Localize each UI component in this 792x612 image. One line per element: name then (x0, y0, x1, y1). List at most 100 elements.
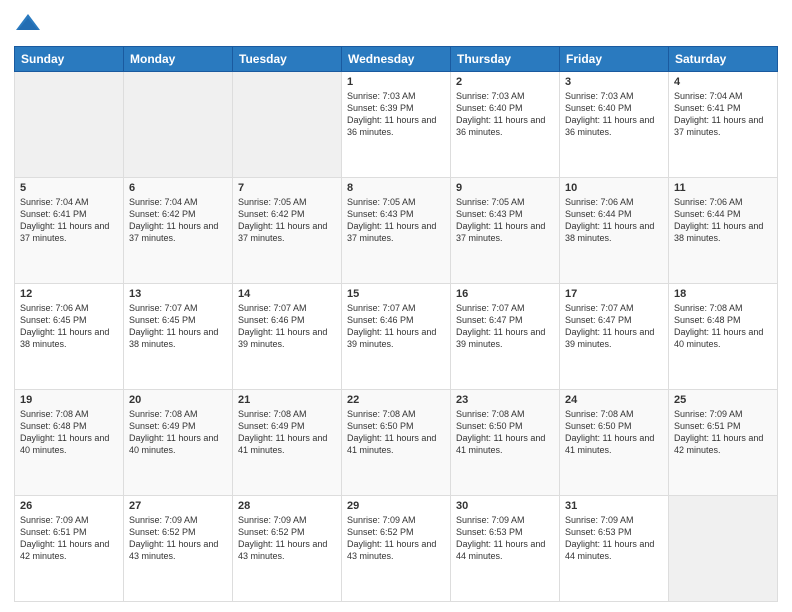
day-number: 5 (20, 182, 118, 194)
day-number: 22 (347, 394, 445, 406)
day-info: Sunrise: 7:09 AM Sunset: 6:53 PM Dayligh… (456, 514, 554, 563)
day-number: 16 (456, 288, 554, 300)
day-info: Sunrise: 7:03 AM Sunset: 6:39 PM Dayligh… (347, 90, 445, 139)
calendar-cell: 5 Sunrise: 7:04 AM Sunset: 6:41 PM Daylig… (15, 178, 124, 284)
calendar-cell: 31 Sunrise: 7:09 AM Sunset: 6:53 PM Dayli… (560, 496, 669, 602)
day-info: Sunrise: 7:06 AM Sunset: 6:44 PM Dayligh… (674, 196, 772, 245)
calendar-table: SundayMondayTuesdayWednesdayThursdayFrid… (14, 46, 778, 602)
calendar-cell: 14 Sunrise: 7:07 AM Sunset: 6:46 PM Dayli… (233, 284, 342, 390)
day-info: Sunrise: 7:09 AM Sunset: 6:53 PM Dayligh… (565, 514, 663, 563)
day-info: Sunrise: 7:08 AM Sunset: 6:50 PM Dayligh… (456, 408, 554, 457)
day-info: Sunrise: 7:08 AM Sunset: 6:49 PM Dayligh… (238, 408, 336, 457)
calendar-cell: 22Sunrise: 7:08 AM Sunset: 6:50 PM Dayli… (342, 390, 451, 496)
page: SundayMondayTuesdayWednesdayThursdayFrid… (0, 0, 792, 612)
day-info: Sunrise: 7:03 AM Sunset: 6:40 PM Dayligh… (565, 90, 663, 139)
calendar-cell: 17 Sunrise: 7:07 AM Sunset: 6:47 PM Dayli… (560, 284, 669, 390)
day-info: Sunrise: 7:07 AM Sunset: 6:46 PM Dayligh… (238, 302, 336, 351)
day-number: 3 (565, 76, 663, 88)
logo (14, 10, 46, 38)
day-number: 23 (456, 394, 554, 406)
day-info: Sunrise: 7:08 AM Sunset: 6:48 PM Dayligh… (20, 408, 118, 457)
day-number: 31 (565, 500, 663, 512)
day-number: 21 (238, 394, 336, 406)
weekday-header-thursday: Thursday (451, 47, 560, 72)
day-number: 29 (347, 500, 445, 512)
calendar-cell: 19 Sunrise: 7:08 AM Sunset: 6:48 PM Dayli… (15, 390, 124, 496)
weekday-header-wednesday: Wednesday (342, 47, 451, 72)
day-number: 13 (129, 288, 227, 300)
day-info: Sunrise: 7:09 AM Sunset: 6:52 PM Dayligh… (238, 514, 336, 563)
calendar-week-2: 5 Sunrise: 7:04 AM Sunset: 6:41 PM Daylig… (15, 178, 778, 284)
calendar-cell: 4Sunrise: 7:04 AM Sunset: 6:41 PM Daylig… (669, 72, 778, 178)
day-info: Sunrise: 7:05 AM Sunset: 6:42 PM Dayligh… (238, 196, 336, 245)
day-info: Sunrise: 7:05 AM Sunset: 6:43 PM Dayligh… (347, 196, 445, 245)
calendar-cell: 11 Sunrise: 7:06 AM Sunset: 6:44 PM Dayli… (669, 178, 778, 284)
calendar-cell (15, 72, 124, 178)
calendar-cell: 29 Sunrise: 7:09 AM Sunset: 6:52 PM Dayli… (342, 496, 451, 602)
day-info: Sunrise: 7:08 AM Sunset: 6:48 PM Dayligh… (674, 302, 772, 351)
calendar-week-4: 19 Sunrise: 7:08 AM Sunset: 6:48 PM Dayli… (15, 390, 778, 496)
calendar-cell: 16 Sunrise: 7:07 AM Sunset: 6:47 PM Dayli… (451, 284, 560, 390)
day-info: Sunrise: 7:06 AM Sunset: 6:44 PM Dayligh… (565, 196, 663, 245)
day-info: Sunrise: 7:07 AM Sunset: 6:46 PM Dayligh… (347, 302, 445, 351)
day-number: 20 (129, 394, 227, 406)
day-number: 15 (347, 288, 445, 300)
day-info: Sunrise: 7:09 AM Sunset: 6:51 PM Dayligh… (20, 514, 118, 563)
weekday-header-monday: Monday (124, 47, 233, 72)
day-info: Sunrise: 7:06 AM Sunset: 6:45 PM Dayligh… (20, 302, 118, 351)
day-number: 24 (565, 394, 663, 406)
day-number: 1 (347, 76, 445, 88)
calendar-cell: 28Sunrise: 7:09 AM Sunset: 6:52 PM Dayli… (233, 496, 342, 602)
day-info: Sunrise: 7:05 AM Sunset: 6:43 PM Dayligh… (456, 196, 554, 245)
day-info: Sunrise: 7:09 AM Sunset: 6:52 PM Dayligh… (129, 514, 227, 563)
header (14, 10, 778, 38)
calendar-cell: 20Sunrise: 7:08 AM Sunset: 6:49 PM Dayli… (124, 390, 233, 496)
calendar-cell: 15 Sunrise: 7:07 AM Sunset: 6:46 PM Dayli… (342, 284, 451, 390)
calendar-cell: 6Sunrise: 7:04 AM Sunset: 6:42 PM Daylig… (124, 178, 233, 284)
calendar-cell: 23 Sunrise: 7:08 AM Sunset: 6:50 PM Dayli… (451, 390, 560, 496)
calendar-cell: 1 Sunrise: 7:03 AM Sunset: 6:39 PM Daylig… (342, 72, 451, 178)
day-info: Sunrise: 7:09 AM Sunset: 6:52 PM Dayligh… (347, 514, 445, 563)
day-info: Sunrise: 7:04 AM Sunset: 6:41 PM Dayligh… (674, 90, 772, 139)
day-number: 12 (20, 288, 118, 300)
day-number: 9 (456, 182, 554, 194)
day-number: 17 (565, 288, 663, 300)
calendar-cell (124, 72, 233, 178)
calendar-cell: 24 Sunrise: 7:08 AM Sunset: 6:50 PM Dayli… (560, 390, 669, 496)
day-info: Sunrise: 7:09 AM Sunset: 6:51 PM Dayligh… (674, 408, 772, 457)
day-number: 19 (20, 394, 118, 406)
day-number: 14 (238, 288, 336, 300)
day-info: Sunrise: 7:08 AM Sunset: 6:50 PM Dayligh… (565, 408, 663, 457)
day-number: 25 (674, 394, 772, 406)
weekday-header-saturday: Saturday (669, 47, 778, 72)
logo-icon (14, 10, 42, 38)
calendar-cell: 27 Sunrise: 7:09 AM Sunset: 6:52 PM Dayli… (124, 496, 233, 602)
weekday-header-friday: Friday (560, 47, 669, 72)
calendar-cell: 3 Sunrise: 7:03 AM Sunset: 6:40 PM Daylig… (560, 72, 669, 178)
calendar-week-5: 26 Sunrise: 7:09 AM Sunset: 6:51 PM Dayli… (15, 496, 778, 602)
day-info: Sunrise: 7:03 AM Sunset: 6:40 PM Dayligh… (456, 90, 554, 139)
day-info: Sunrise: 7:07 AM Sunset: 6:47 PM Dayligh… (456, 302, 554, 351)
calendar-cell: 26 Sunrise: 7:09 AM Sunset: 6:51 PM Dayli… (15, 496, 124, 602)
day-number: 27 (129, 500, 227, 512)
day-number: 8 (347, 182, 445, 194)
day-number: 2 (456, 76, 554, 88)
calendar-cell (669, 496, 778, 602)
calendar-cell: 8 Sunrise: 7:05 AM Sunset: 6:43 PM Daylig… (342, 178, 451, 284)
calendar-cell: 9 Sunrise: 7:05 AM Sunset: 6:43 PM Daylig… (451, 178, 560, 284)
day-number: 30 (456, 500, 554, 512)
calendar-cell: 12 Sunrise: 7:06 AM Sunset: 6:45 PM Dayli… (15, 284, 124, 390)
day-number: 11 (674, 182, 772, 194)
day-info: Sunrise: 7:04 AM Sunset: 6:41 PM Dayligh… (20, 196, 118, 245)
day-number: 10 (565, 182, 663, 194)
day-info: Sunrise: 7:07 AM Sunset: 6:47 PM Dayligh… (565, 302, 663, 351)
calendar-cell: 18Sunrise: 7:08 AM Sunset: 6:48 PM Dayli… (669, 284, 778, 390)
calendar-week-1: 1 Sunrise: 7:03 AM Sunset: 6:39 PM Daylig… (15, 72, 778, 178)
day-info: Sunrise: 7:07 AM Sunset: 6:45 PM Dayligh… (129, 302, 227, 351)
day-number: 26 (20, 500, 118, 512)
calendar-cell: 2 Sunrise: 7:03 AM Sunset: 6:40 PM Daylig… (451, 72, 560, 178)
calendar-cell (233, 72, 342, 178)
day-info: Sunrise: 7:04 AM Sunset: 6:42 PM Dayligh… (129, 196, 227, 245)
calendar-cell: 21 Sunrise: 7:08 AM Sunset: 6:49 PM Dayli… (233, 390, 342, 496)
calendar-cell: 30 Sunrise: 7:09 AM Sunset: 6:53 PM Dayli… (451, 496, 560, 602)
